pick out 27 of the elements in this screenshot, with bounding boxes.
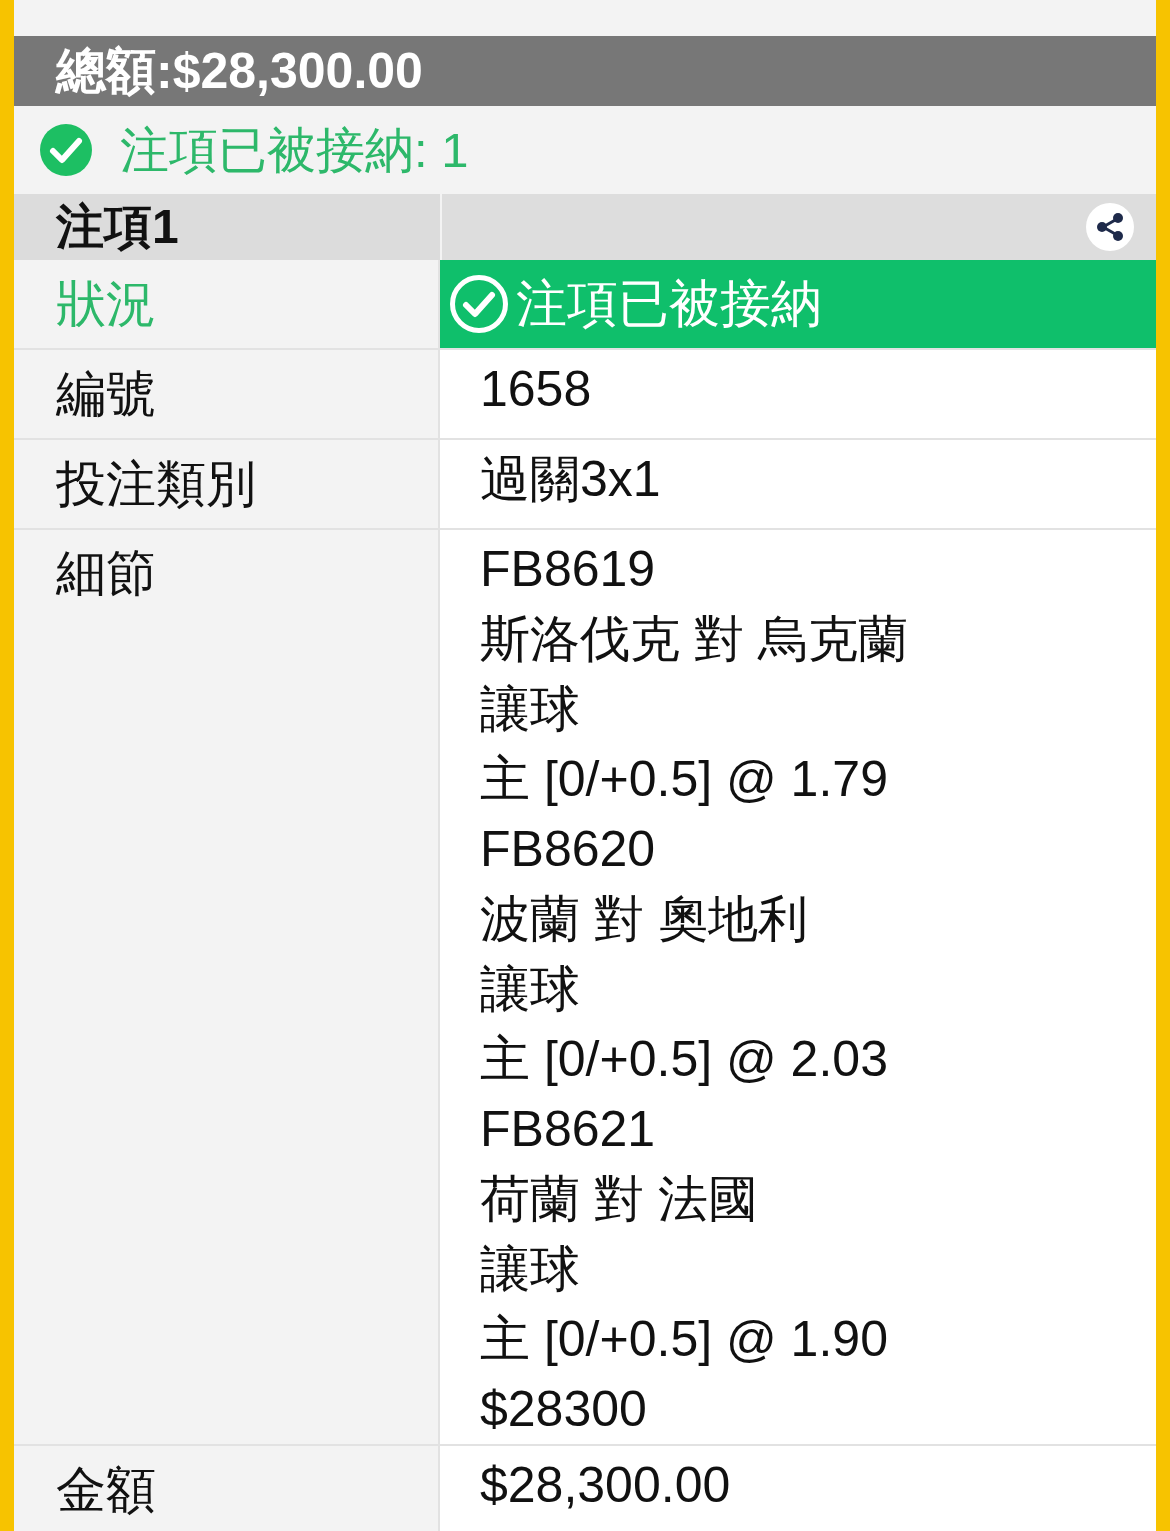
row-label: 投注類別 [56, 454, 256, 514]
detail-line: 荷蘭 對 法國 [480, 1170, 758, 1229]
detail-line: 讓球 [480, 960, 580, 1019]
row-label: 狀況 [56, 274, 156, 334]
row-label: 細節 [56, 544, 156, 603]
detail-line: 主 [0/+0.5] @ 2.03 [480, 1030, 888, 1089]
detail-line: FB8620 [480, 820, 656, 879]
accepted-notice: 注項已被接納: 1 [120, 121, 469, 179]
detail-line: 波蘭 對 奧地利 [480, 890, 808, 949]
detail-line: 主 [0/+0.5] @ 1.79 [480, 750, 888, 809]
row-value: 過關3x1 [480, 450, 661, 509]
check-circle-icon [450, 275, 508, 333]
detail-line: 斯洛伐克 對 烏克蘭 [480, 610, 908, 669]
row-label: 金額 [56, 1460, 156, 1520]
share-icon[interactable] [1086, 203, 1134, 251]
detail-line: $28300 [480, 1380, 647, 1439]
row-value: 1658 [480, 360, 592, 419]
status-value: 注項已被接納 [516, 273, 822, 334]
detail-line: 主 [0/+0.5] @ 1.90 [480, 1310, 888, 1369]
detail-line: FB8619 [480, 540, 656, 599]
row-label: 編號 [56, 364, 156, 424]
total-amount: 總額:$28,300.00 [56, 42, 423, 101]
detail-line: 讓球 [480, 680, 580, 739]
detail-line: FB8621 [480, 1100, 656, 1159]
bet-title: 注項1 [56, 199, 179, 256]
detail-line: 讓球 [480, 1240, 580, 1299]
row-value: $28,300.00 [480, 1456, 731, 1515]
